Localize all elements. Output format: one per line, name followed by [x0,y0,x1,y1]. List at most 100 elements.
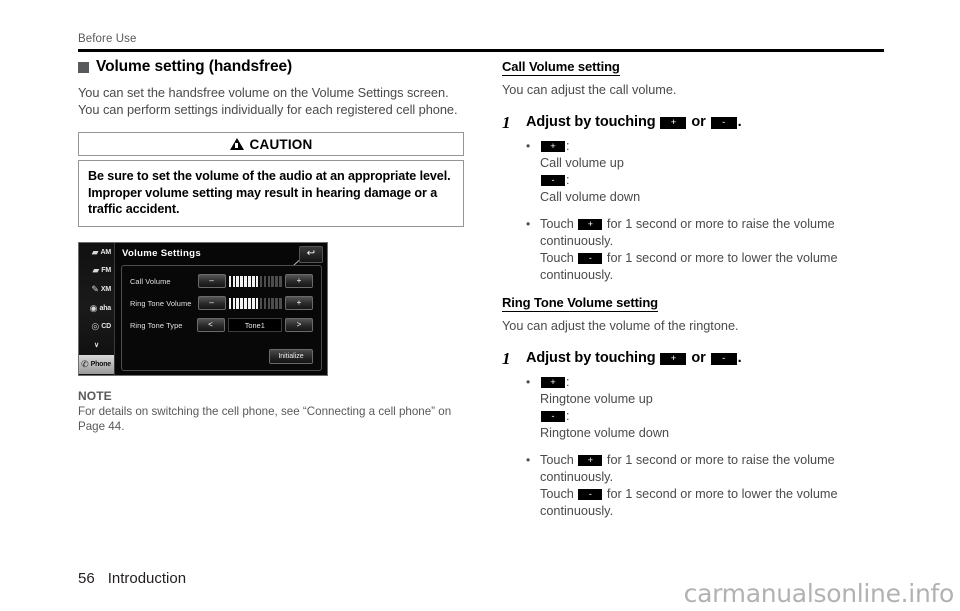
header-rule [78,49,884,52]
source-item-am: ▰ AM [79,243,114,262]
plus-description: Call volume up [540,156,624,170]
phone-icon: ✆ [81,358,89,369]
step-instruction: Adjust by touching + or -. [526,113,742,131]
source-label: CD [101,323,111,331]
plus-key-icon: + [541,141,565,152]
step-1: 1 Adjust by touching + or -. [502,349,884,367]
touch-word: Touch [540,487,574,501]
plus-key-icon: + [578,219,603,230]
ring-tone-type-prev-button: < [196,317,225,333]
ring-tone-volume-plus-button: + [285,295,313,311]
source-item-aha: ◉ aha [79,299,114,318]
bullet-key-descriptions: • +: Call volume up -: Call volume down [526,138,884,206]
minus-key-icon: - [578,253,603,264]
ring-tone-type-next-button: > [285,317,313,333]
minus-key-icon: - [710,117,737,129]
head-unit-source-bar: ▰ AM ▰ FM ✎ XM ◉ aha ◎ CD ∨ ✆ Phone [79,242,115,375]
subsection-heading: Call Volume setting [502,59,620,76]
source-item-cd: ◎ CD [79,317,114,336]
minus-description: Ringtone volume down [540,426,670,440]
row-call-volume: Call Volume – + [130,273,313,289]
settings-panel: Call Volume – + Ring Tone Volume – + Rin… [121,264,322,371]
bullet-content: Touch + for 1 second or more to raise th… [540,452,884,520]
colon: : [566,409,570,423]
head-unit-screenshot: ▰ AM ▰ FM ✎ XM ◉ aha ◎ CD ∨ ✆ Phone Volu… [78,241,328,376]
call-volume-minus-button: – [197,273,226,289]
ring-tone-volume-minus-button: – [197,295,226,311]
step-or: or [691,114,706,130]
bullet-key-descriptions: • +: Ringtone volume up -: Ringtone volu… [526,374,884,442]
watermark: carmanualsonline.info [683,579,955,608]
source-label: XM [100,285,111,293]
step-prefix: Adjust by touching [526,350,656,366]
source-item-fm: ▰ FM [79,261,114,280]
radio-icon: ▰ [91,246,99,257]
source-scroll-down: ∨ [79,336,114,355]
head-unit-titlebar: Volume Settings ↩ [115,243,327,277]
subsection-intro: You can adjust the volume of the rington… [502,319,739,333]
step-suffix: . [737,114,742,130]
call-volume-meter [228,275,282,287]
note-text: For details on switching the cell phone,… [78,404,452,433]
touch-word: Touch [540,217,574,231]
minus-key-icon: - [541,411,565,422]
plus-key-icon: + [578,455,603,466]
ring-tone-type-value: Tone1 [227,317,282,333]
manual-page: Before Use Volume setting (handsfree) Yo… [0,0,960,611]
bullet-long-press: • Touch + for 1 second or more to raise … [526,452,884,520]
step-suffix: . [737,350,742,366]
back-button: ↩ [299,245,323,263]
minus-key-icon: - [578,489,603,500]
plus-key-icon: + [660,117,687,129]
aha-icon: ◉ [89,302,98,313]
step-prefix: Adjust by touching [526,114,656,130]
step-or: or [691,350,706,366]
touch-word: Touch [540,453,574,467]
ring-tone-volume-meter [228,297,282,309]
row-label: Ring Tone Type [130,320,183,330]
right-column: Call Volume setting You can adjust the c… [502,58,884,530]
step-1: 1 Adjust by touching + or -. [502,113,884,131]
row-ring-tone-volume: Ring Tone Volume – + [130,295,313,311]
step-number: 1 [502,113,511,132]
row-ring-tone-type: Ring Tone Type < Tone1 > [130,317,313,333]
source-label: aha [99,304,112,312]
subsection-intro: You can adjust the call volume. [502,83,677,97]
bullet-content: +: Ringtone volume up -: Ringtone volume… [540,374,669,442]
plus-description: Ringtone volume up [540,392,653,406]
section-heading-text: Volume setting (handsfree) [96,58,293,75]
caution-header: CAUTION [78,132,464,157]
page-footer: 56 Introduction [78,570,186,587]
source-item-xm: ✎ XM [79,280,114,299]
plus-key-icon: + [541,377,565,388]
running-header: Before Use [78,33,137,45]
disc-icon: ◎ [91,321,100,332]
bullet-content: Touch + for 1 second or more to raise th… [540,216,884,284]
minus-key-icon: - [710,353,737,365]
section-heading: Volume setting (handsfree) [78,58,464,76]
row-label: Ring Tone Volume [130,298,192,308]
colon: : [566,139,570,153]
source-label: Phone [90,360,112,368]
call-volume-plus-button: + [285,273,313,289]
bullet-dot: • [526,375,531,389]
back-arrow-icon: ↩ [306,248,316,260]
subsection-heading: Ring Tone Volume setting [502,295,659,312]
warning-triangle-icon [229,138,244,151]
bullet-content: +: Call volume up -: Call volume down [540,138,640,206]
note-title: NOTE [78,388,112,403]
source-label: FM [101,267,111,275]
call-volume-section: Call Volume setting You can adjust the c… [502,58,884,284]
page-number: 56 [78,570,95,587]
step-number: 1 [502,349,511,368]
ring-tone-volume-section: Ring Tone Volume setting You can adjust … [502,294,884,520]
intro-paragraph: You can set the handsfree volume on the … [78,85,458,117]
left-column: Volume setting (handsfree) You can set t… [78,58,464,434]
bullet-dot: • [526,139,531,153]
chevron-down-icon: ∨ [94,342,99,350]
minus-key-icon: - [541,175,565,186]
plus-key-icon: + [660,353,687,365]
source-label: AM [100,248,112,256]
source-item-phone: ✆ Phone [79,354,114,374]
footer-section-name: Introduction [107,570,187,587]
